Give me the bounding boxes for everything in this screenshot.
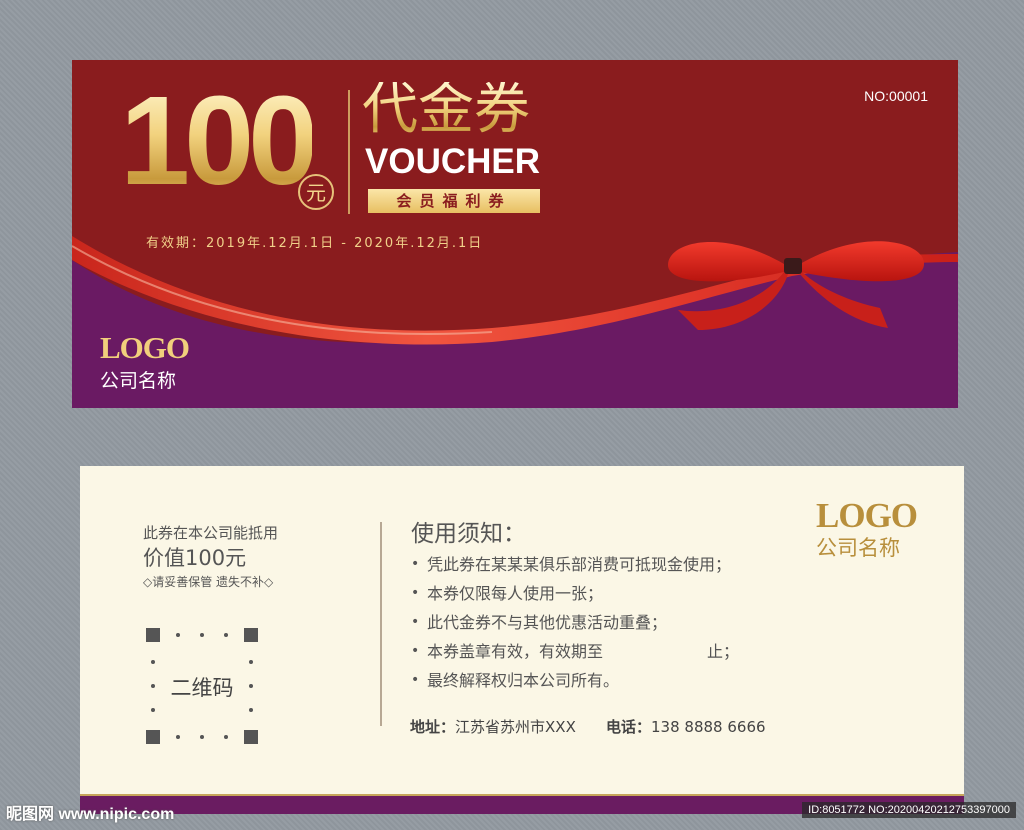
keep-safe-note: ◇请妥善保管 遗失不补◇ (143, 575, 274, 589)
qr-dot (200, 735, 204, 739)
back-logo: LOGO (816, 496, 918, 535)
redeem-text: 此券在本公司能抵用 (143, 524, 279, 542)
rule-item: 本券仅限每人使用一张； (411, 579, 739, 608)
validity-period: 有效期：2019年.12月.1日 - 2020年.12月.1日 (146, 236, 484, 251)
qr-dot (176, 633, 180, 637)
voucher-front: 100 元 代金券 VOUCHER 会员福利券 有效期：2019年.12月.1日… (72, 60, 958, 408)
voucher-title-cn: 代金券 (362, 77, 530, 142)
watermark-id: ID:8051772 NO:20200420212753397000 (802, 802, 1016, 818)
qr-corner (244, 628, 258, 642)
qr-dot (151, 708, 155, 712)
qr-dot (176, 735, 180, 739)
voucher-amount: 100 (120, 70, 318, 211)
qr-corner (244, 730, 258, 744)
usage-rules-list: 凭此券在某某某俱乐部消费可抵现金使用； 本券仅限每人使用一张； 此代金券不与其他… (411, 550, 739, 695)
front-company-name: 公司名称 (100, 370, 177, 392)
qr-dot (224, 633, 228, 637)
qr-dot (224, 735, 228, 739)
serial-number: NO:00001 (864, 88, 928, 104)
qr-dot (249, 708, 253, 712)
voucher-title-en: VOUCHER (365, 142, 541, 181)
back-company-name: 公司名称 (816, 536, 900, 560)
front-logo: LOGO (100, 330, 190, 365)
usage-notice-title: 使用须知： (411, 521, 526, 547)
qr-code-placeholder: 二维码 (146, 628, 258, 744)
qr-dot (151, 660, 155, 664)
currency-unit-badge: 元 (298, 174, 334, 210)
voucher-back: 此券在本公司能抵用 价值100元 ◇请妥善保管 遗失不补◇ 二维码 使用须知： … (80, 466, 964, 814)
rule-item: 本券盖章有效，有效期至止； (411, 637, 739, 666)
rule-item: 最终解释权归本公司所有。 (411, 666, 739, 695)
watermark-site: 昵图网 www.nipic.com (6, 806, 175, 823)
address-line: 地址：江苏省苏州市XXX (410, 718, 576, 736)
qr-label: 二维码 (170, 676, 234, 700)
value-text: 价值100元 (143, 546, 247, 570)
title-divider (348, 90, 350, 214)
back-divider (380, 522, 382, 726)
rule-item: 凭此券在某某某俱乐部消费可抵现金使用； (411, 550, 739, 579)
qr-dot (249, 660, 253, 664)
qr-corner (146, 628, 160, 642)
qr-dot (200, 633, 204, 637)
phone-line: 电话：138 8888 6666 (606, 718, 766, 736)
rule-item: 此代金券不与其他优惠活动重叠； (411, 608, 739, 637)
member-benefit-badge: 会员福利券 (368, 189, 540, 213)
qr-corner (146, 730, 160, 744)
